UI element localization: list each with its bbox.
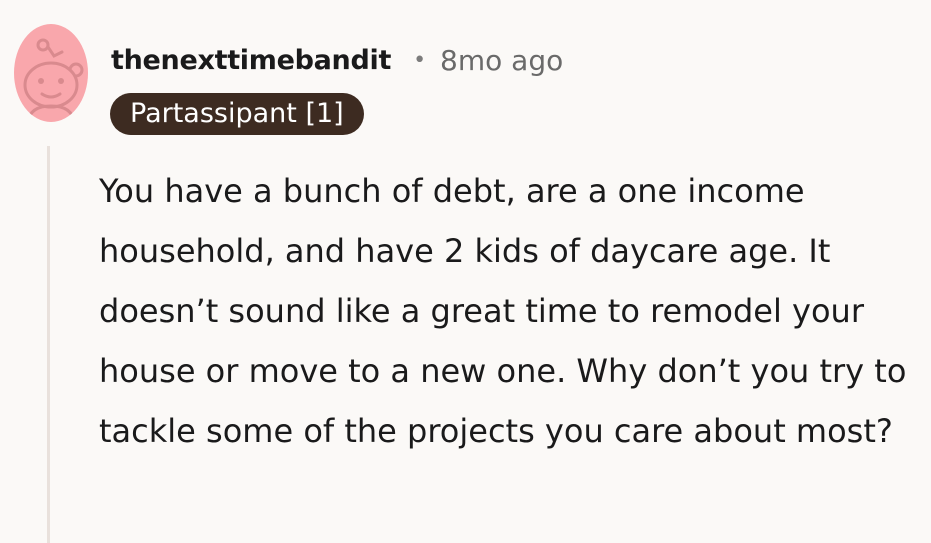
avatar[interactable]: [14, 24, 88, 122]
meta-separator: •: [413, 47, 427, 73]
timestamp[interactable]: 8mo ago: [440, 44, 563, 77]
snoo-avatar-icon: [14, 24, 88, 122]
username-link[interactable]: thenexttimebandit: [111, 45, 391, 76]
thread-line[interactable]: [47, 146, 50, 543]
comment-meta: thenexttimebandit • 8mo ago: [111, 40, 563, 80]
comment-body: You have a bunch of debt, are a one inco…: [99, 172, 907, 450]
user-flair-badge: Partassipant [1]: [110, 93, 364, 135]
